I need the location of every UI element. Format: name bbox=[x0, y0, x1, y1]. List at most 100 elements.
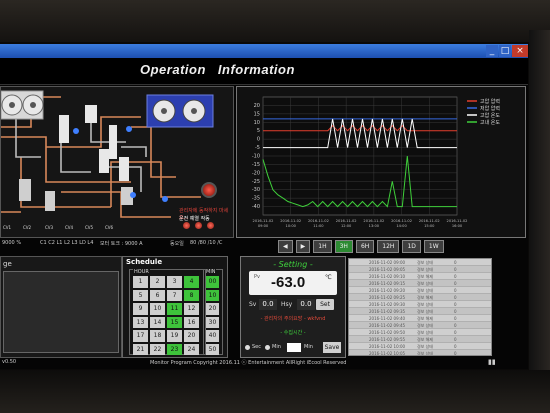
schedule-panel: Schedule HOUR 1 2 3 4 5 6 7 8 9 10 11 12 13 14 15 16 17 1… bbox=[122, 256, 228, 358]
hour-cell-16[interactable]: 16 bbox=[184, 316, 199, 328]
hour-cell-24[interactable]: 24 bbox=[184, 343, 199, 355]
svg-text:CV1: CV1 bbox=[3, 225, 12, 230]
minimize-button[interactable]: _ bbox=[486, 45, 498, 57]
schematic-status-text: 운전 예열 작동 bbox=[179, 216, 210, 222]
hy-input[interactable]: 0.0 bbox=[297, 299, 315, 310]
svg-text:CV3: CV3 bbox=[45, 225, 54, 230]
hour-cell-15[interactable]: 15 bbox=[167, 316, 182, 328]
table-row[interactable]: 2016-11-02 09:55 경보 해제 0 bbox=[349, 336, 491, 343]
x-tick-label: 10:00 bbox=[286, 224, 297, 228]
hour-cell-5[interactable]: 5 bbox=[133, 289, 148, 301]
hour-cell-20[interactable]: 20 bbox=[184, 330, 199, 342]
range-1d-button[interactable]: 1D bbox=[402, 240, 421, 253]
status-light-1[interactable] bbox=[183, 222, 190, 229]
min-radio[interactable] bbox=[265, 345, 270, 350]
hour-cell-23[interactable]: 23 bbox=[167, 343, 182, 355]
range-3h-button[interactable]: 3H bbox=[334, 240, 353, 253]
hour-cell-9[interactable]: 9 bbox=[133, 303, 148, 315]
table-row[interactable]: 2016-11-02 09:20 경보 상태 0 bbox=[349, 287, 491, 294]
hour-cell-2[interactable]: 2 bbox=[150, 276, 165, 288]
minute-grid-box: MIN 00 10 20 30 40 50 bbox=[203, 269, 223, 355]
log-value: 0 bbox=[454, 337, 457, 342]
time-next-button[interactable]: ▶ bbox=[295, 240, 311, 253]
range-1w-button[interactable]: 1W bbox=[423, 240, 444, 253]
sec-radio[interactable] bbox=[245, 345, 250, 350]
x-tick-label: 2016-11-02 bbox=[280, 219, 301, 223]
hour-cell-21[interactable]: 21 bbox=[133, 343, 148, 355]
readout-left: 9000 % bbox=[2, 240, 22, 246]
hour-cell-12[interactable]: 12 bbox=[184, 303, 199, 315]
log-time: 2016-11-02 09:05 bbox=[369, 267, 406, 272]
minute-cell-30[interactable]: 30 bbox=[206, 316, 219, 328]
x-tick-label: 2016-11-02 bbox=[391, 219, 412, 223]
table-row[interactable]: 2016-11-02 09:45 경보 상태 0 bbox=[349, 322, 491, 329]
minute-cell-00[interactable]: 00 bbox=[206, 276, 219, 288]
log-time: 2016-11-02 09:40 bbox=[369, 316, 406, 321]
left-panel-title: ge bbox=[3, 260, 12, 268]
save-button[interactable]: Save bbox=[323, 342, 341, 353]
event-log-table[interactable]: 2016-11-02 09:00 경보 상태 0 2016-11-02 09:05 경보… bbox=[348, 258, 492, 356]
table-row[interactable]: 2016-11-02 09:35 경보 상태 0 bbox=[349, 308, 491, 315]
hour-cell-10[interactable]: 10 bbox=[150, 303, 165, 315]
close-button[interactable]: × bbox=[512, 45, 528, 57]
status-light-3[interactable] bbox=[207, 222, 214, 229]
x-tick-label: 09:00 bbox=[258, 224, 269, 228]
time-range-buttons: ◀ ▶ 1H 3H 6H 12H 1D 1W bbox=[278, 240, 444, 253]
hour-cell-3[interactable]: 3 bbox=[167, 276, 182, 288]
log-value: 0 bbox=[454, 260, 457, 265]
table-row[interactable]: 2016-11-02 09:15 경보 상태 0 bbox=[349, 280, 491, 287]
minute-cell-50[interactable]: 50 bbox=[206, 343, 219, 355]
table-row[interactable]: 2016-11-02 09:50 경보 상태 0 bbox=[349, 329, 491, 336]
table-row[interactable]: 2016-11-02 09:00 경보 상태 0 bbox=[349, 259, 491, 266]
hour-cell-1[interactable]: 1 bbox=[133, 276, 148, 288]
svg-text:CV2: CV2 bbox=[23, 225, 32, 230]
hour-cell-19[interactable]: 19 bbox=[167, 330, 182, 342]
sv-label: Sv bbox=[249, 301, 257, 308]
x-tick-label: 16:00 bbox=[452, 224, 463, 228]
status-light-2[interactable] bbox=[195, 222, 202, 229]
hour-cell-7[interactable]: 7 bbox=[167, 289, 182, 301]
emergency-stop-button[interactable] bbox=[201, 182, 217, 198]
hour-cell-17[interactable]: 17 bbox=[133, 330, 148, 342]
hour-cell-14[interactable]: 14 bbox=[150, 316, 165, 328]
sv-input[interactable]: 0.0 bbox=[259, 299, 277, 310]
minute-cell-10[interactable]: 10 bbox=[206, 289, 219, 301]
log-time: 2016-11-02 10:05 bbox=[369, 351, 406, 356]
log-time: 2016-11-02 09:30 bbox=[369, 302, 406, 307]
collect-interval-input[interactable] bbox=[287, 343, 301, 352]
min-label: MIN bbox=[206, 269, 216, 275]
hour-cell-18[interactable]: 18 bbox=[150, 330, 165, 342]
refrigeration-schematic: CV1 CV2 CV3 CV4 CV5 CV6 관리자에 동작하지 마세요... 운전 … bbox=[0, 86, 234, 238]
range-1h-button[interactable]: 1H bbox=[313, 240, 332, 253]
x-tick-label: 2016-11-02 bbox=[363, 219, 384, 223]
table-row[interactable]: 2016-11-02 10:05 경보 상태 0 bbox=[349, 350, 491, 356]
y-tick-label: -5 bbox=[255, 145, 260, 151]
table-row[interactable]: 2016-11-02 10:00 경보 상태 0 bbox=[349, 343, 491, 350]
hour-cell-22[interactable]: 22 bbox=[150, 343, 165, 355]
log-time: 2016-11-02 09:45 bbox=[369, 323, 406, 328]
table-row[interactable]: 2016-11-02 09:30 경보 상태 0 bbox=[349, 301, 491, 308]
minute-cell-20[interactable]: 20 bbox=[206, 303, 219, 315]
svg-text:CV5: CV5 bbox=[85, 225, 94, 230]
set-button[interactable]: Set bbox=[316, 299, 334, 310]
setting-panel: - Setting - Pv -63.0 ℃ Sv 0.0 Hsy 0.0 Se… bbox=[240, 256, 346, 358]
y-tick-label: 5 bbox=[257, 128, 260, 134]
table-row[interactable]: 2016-11-02 09:10 경보 해제 0 bbox=[349, 273, 491, 280]
hour-cell-13[interactable]: 13 bbox=[133, 316, 148, 328]
table-row[interactable]: 2016-11-02 09:25 경보 해제 0 bbox=[349, 294, 491, 301]
minute-cell-40[interactable]: 40 bbox=[206, 330, 219, 342]
range-12h-button[interactable]: 12H bbox=[377, 240, 400, 253]
log-time: 2016-11-02 09:20 bbox=[369, 288, 406, 293]
hour-cell-11[interactable]: 11 bbox=[167, 303, 182, 315]
left-panel-area bbox=[3, 271, 119, 353]
table-row[interactable]: 2016-11-02 09:05 경보 상태 0 bbox=[349, 266, 491, 273]
hour-cell-6[interactable]: 6 bbox=[150, 289, 165, 301]
hy-label: Hsy bbox=[281, 301, 293, 308]
time-prev-button[interactable]: ◀ bbox=[278, 240, 293, 253]
hour-cell-4[interactable]: 4 bbox=[184, 276, 199, 288]
y-tick-label: 10 bbox=[254, 120, 260, 126]
maximize-button[interactable]: □ bbox=[499, 45, 511, 57]
table-row[interactable]: 2016-11-02 09:40 경보 해제 0 bbox=[349, 315, 491, 322]
range-6h-button[interactable]: 6H bbox=[355, 240, 375, 253]
hour-cell-8[interactable]: 8 bbox=[184, 289, 199, 301]
